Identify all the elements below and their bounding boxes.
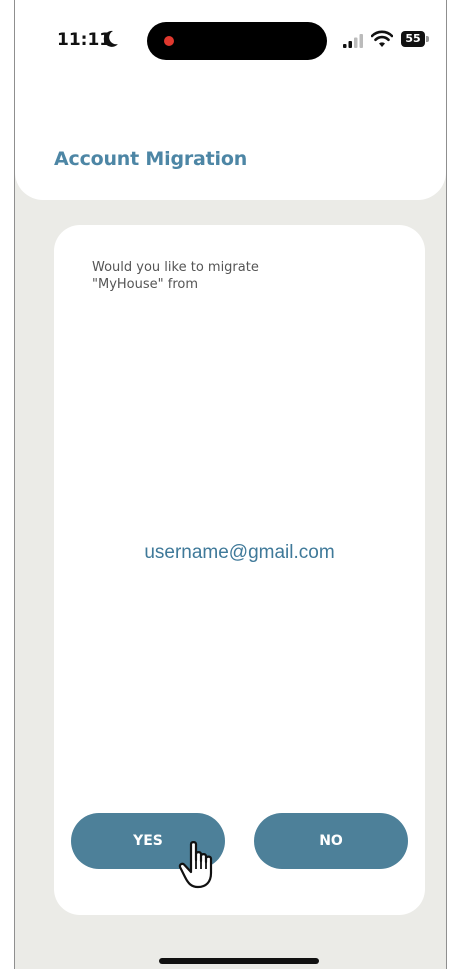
migration-dialog-card: Would you like to migrate "MyHouse" from…	[54, 225, 425, 915]
battery-icon: 55	[401, 31, 429, 47]
phone-screen: 11:11 55 Account Migration Would you lik…	[14, 0, 447, 969]
no-button[interactable]: NO	[254, 813, 408, 869]
home-indicator[interactable]	[159, 958, 319, 964]
migration-prompt-text: Would you like to migrate "MyHouse" from	[92, 260, 259, 292]
account-email: username@gmail.com	[144, 542, 335, 563]
page-title: Account Migration	[54, 148, 248, 170]
hand-pointer-icon	[178, 841, 213, 889]
moon-icon	[103, 30, 118, 47]
dynamic-island	[147, 22, 327, 60]
battery-level: 55	[401, 31, 425, 47]
header: 11:11 55 Account Migration	[15, 0, 446, 200]
wifi-icon	[371, 30, 393, 47]
battery-tip	[426, 36, 429, 42]
recording-indicator-icon	[164, 36, 174, 46]
cellular-signal-icon	[343, 34, 363, 48]
